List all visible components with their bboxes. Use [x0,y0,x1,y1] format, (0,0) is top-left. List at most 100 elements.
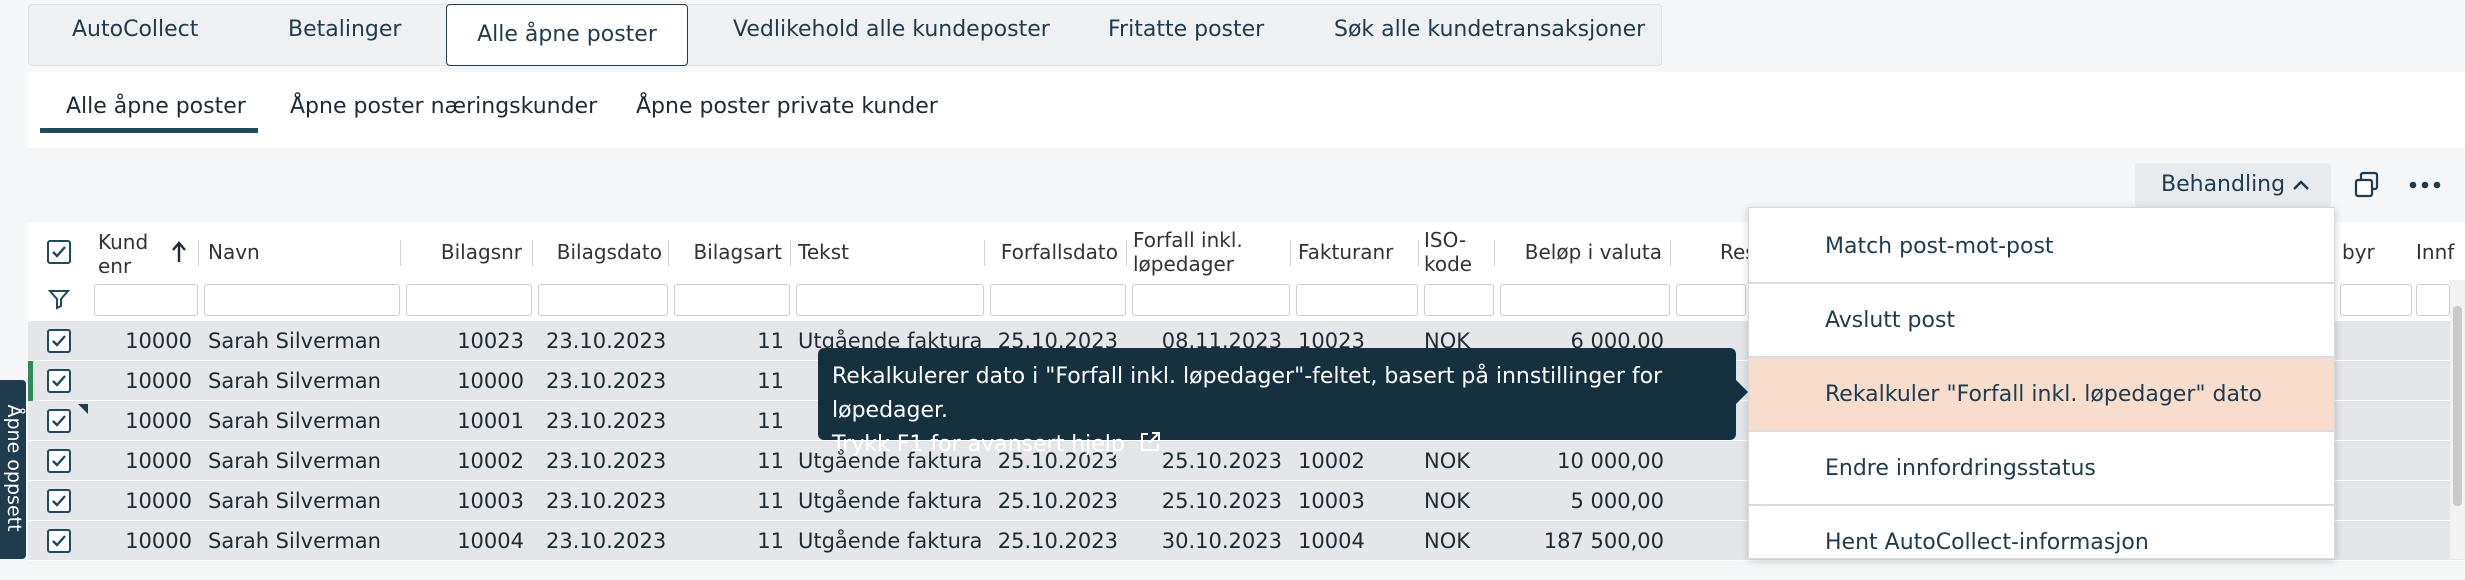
row-checkbox[interactable] [47,449,71,473]
menu-item-endre-innfordring[interactable]: Endre innfordringsstatus [1749,432,2334,506]
cell-bilagsdato: 23.10.2023 [546,529,667,553]
external-link-icon[interactable] [1138,430,1162,465]
row-checkbox[interactable] [47,329,71,353]
cell-bilagsdato: 23.10.2023 [546,329,667,353]
col-header-tekst[interactable]: Tekst [798,240,849,264]
filter-input-gebyr[interactable] [2340,284,2412,316]
cell-kundenr: 10000 [125,369,192,393]
cell-kundenr: 10000 [125,529,192,553]
side-tab-label: Åpne oppsett [3,404,25,532]
filter-input-forfall-inkl[interactable] [1132,284,1290,316]
col-separator[interactable] [198,240,199,266]
menu-item-avslutt-post[interactable]: Avslutt post [1749,284,2334,358]
cell-navn: Sarah Silverman [208,529,381,553]
filter-input-tekst[interactable] [796,284,984,316]
cell-bilagsnr: 10002 [457,449,524,473]
cell-iso: NOK [1424,489,1471,513]
tab-vedlikehold[interactable]: Vedlikehold alle kundeposter [733,0,1050,62]
cell-bilagsdato: 23.10.2023 [546,369,667,393]
col-separator[interactable] [1126,240,1127,266]
cell-bilagsart: 11 [757,489,784,513]
subtab-naeringskunder[interactable]: Åpne poster næringskunder [290,94,597,119]
row-checkbox[interactable] [47,369,71,393]
tab-sok-kundetransaksjoner[interactable]: Søk alle kundetransaksjoner [1334,0,1645,62]
filter-input-innf[interactable] [2416,284,2450,316]
cell-bilagsnr: 10000 [457,369,524,393]
cell-corner-marker [78,404,88,414]
col-header-bilagsnr[interactable]: Bilagsnr [410,240,522,264]
col-header-kundenr[interactable]: Kund enr [98,230,160,278]
col-header-forfall-inkl[interactable]: Forfall inkl. løpedager [1133,228,1273,276]
subtab-alle-apne-poster[interactable]: Alle åpne poster [66,94,246,119]
cell-belop: 5 000,00 [1570,489,1664,513]
cell-forfall-inkl: 25.10.2023 [1161,489,1282,513]
tab-autocollect[interactable]: AutoCollect [72,0,198,62]
col-header-navn[interactable]: Navn [208,240,260,264]
col-separator[interactable] [984,240,985,266]
more-options-icon[interactable] [2405,170,2445,200]
cell-fakturanr: 10003 [1298,489,1365,513]
col-header-belop[interactable]: Beløp i valuta [1500,240,1662,264]
filter-icon[interactable] [47,288,71,314]
cell-forfallsdato: 25.10.2023 [997,489,1118,513]
row-checkbox[interactable] [47,409,71,433]
menu-item-match-post[interactable]: Match post-mot-post [1749,210,2334,284]
col-header-iso-kode[interactable]: ISO- kode [1424,228,1484,276]
col-header-bilagsart[interactable]: Bilagsart [672,240,782,264]
cell-bilagsnr: 10004 [457,529,524,553]
cell-tekst: Utgående faktura [798,529,983,553]
filter-input-fakturanr[interactable] [1296,284,1418,316]
tooltip: Rekalkulerer dato i "Forfall inkl. løped… [818,348,1736,457]
tab-betalinger[interactable]: Betalinger [288,0,401,62]
menu-item-rekalkuler[interactable]: Rekalkuler "Forfall inkl. løpedager" dat… [1749,358,2334,432]
filter-input-iso[interactable] [1424,284,1494,316]
col-separator[interactable] [1418,240,1419,266]
subtab-private-kunder[interactable]: Åpne poster private kunder [636,94,938,119]
cell-belop: 187 500,00 [1543,529,1664,553]
behandling-label: Behandling [2161,172,2286,197]
filter-input-bilagsdato[interactable] [538,284,668,316]
cell-kundenr: 10000 [125,449,192,473]
filter-input-belop[interactable] [1500,284,1670,316]
cell-bilagsart: 11 [757,529,784,553]
select-all-checkbox[interactable] [47,240,71,264]
cell-bilagsnr: 10001 [457,409,524,433]
cell-bilagsdato: 23.10.2023 [546,449,667,473]
filter-input-kundenr[interactable] [94,284,198,316]
cell-kundenr: 10000 [125,329,192,353]
menu-item-hent-autocollect[interactable]: Hent AutoCollect-informasjon [1749,506,2334,580]
cell-navn: Sarah Silverman [208,369,381,393]
col-header-forfallsdato[interactable]: Forfallsdato [990,240,1118,264]
behandling-button[interactable]: Behandling [2135,163,2331,207]
col-header-bilagsdato[interactable]: Bilagsdato [540,240,662,264]
row-checkbox[interactable] [47,489,71,513]
tooltip-arrow [1736,380,1748,404]
cell-kundenr: 10000 [125,409,192,433]
col-separator[interactable] [1494,240,1495,266]
scrollbar-thumb[interactable] [2453,306,2462,506]
col-separator[interactable] [1290,240,1291,266]
filter-input-navn[interactable] [204,284,400,316]
col-separator[interactable] [532,240,533,266]
col-header-innf[interactable]: Innf [2416,240,2454,264]
filter-input-res[interactable] [1676,284,1746,316]
tooltip-help-line: Trykk F1 for avansert hjelp [832,428,1722,465]
row-checkbox[interactable] [47,529,71,553]
col-separator[interactable] [668,240,669,266]
col-separator[interactable] [1670,240,1671,266]
tab-alle-apne-poster[interactable]: Alle åpne poster [446,4,688,66]
col-separator[interactable] [400,240,401,266]
cell-navn: Sarah Silverman [208,449,381,473]
cell-iso: NOK [1424,529,1471,553]
filter-input-bilagsnr[interactable] [406,284,532,316]
col-header-fakturanr[interactable]: Fakturanr [1298,240,1393,264]
cell-bilagsart: 11 [757,329,784,353]
tab-fritatte-poster[interactable]: Fritatte poster [1108,0,1264,62]
col-header-gebyr[interactable]: byr [2342,240,2375,264]
copy-icon[interactable] [2352,170,2382,200]
filter-input-forfallsdato[interactable] [990,284,1126,316]
col-separator[interactable] [790,240,791,266]
tooltip-text: Rekalkulerer dato i "Forfall inkl. løped… [832,364,1663,423]
filter-input-bilagsart[interactable] [674,284,790,316]
sort-ascending-icon[interactable] [170,240,188,268]
